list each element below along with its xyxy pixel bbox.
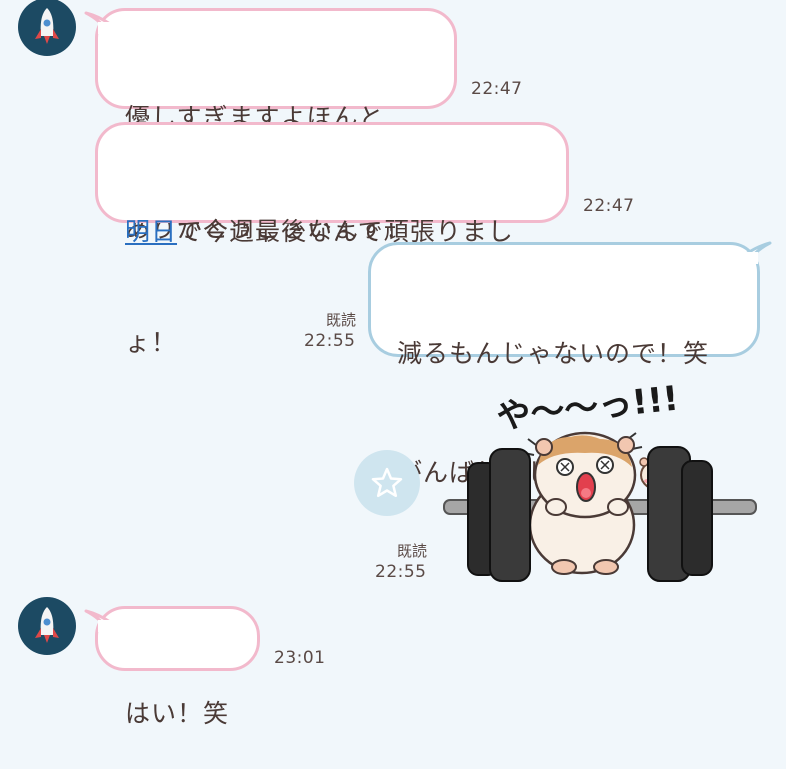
bubble-tail xyxy=(84,11,112,34)
hamster-lifting-barbell-sticker[interactable]: や〜〜っ!!! xyxy=(440,375,760,590)
message-bubble[interactable]: 優しすぎますよほんと ありがとうございます！ xyxy=(95,8,457,243)
message-text-line: 減るもんじゃないので！笑 xyxy=(397,339,710,368)
sender-avatar[interactable] xyxy=(18,597,76,655)
read-receipt: 既読 xyxy=(325,311,356,329)
message-bubble[interactable]: はい！笑 xyxy=(95,606,260,728)
message-bubble[interactable]: 減るもんじゃないので！笑 がんばりましょ！！ xyxy=(368,242,760,492)
rocket-icon xyxy=(35,8,59,44)
bubble-tail xyxy=(84,609,112,632)
sender-avatar[interactable] xyxy=(18,0,76,56)
bubble-tail xyxy=(744,241,772,264)
message-timestamp: 23:01 xyxy=(274,648,326,668)
message-timestamp: 22:47 xyxy=(471,79,523,99)
message-timestamp: 22:55 xyxy=(375,562,427,582)
message-text-line: はい！笑 xyxy=(125,699,230,728)
date-link[interactable]: 明日 xyxy=(125,217,177,246)
favorite-sticker-button[interactable] xyxy=(354,450,420,516)
rocket-icon xyxy=(35,607,59,643)
message-timestamp: 22:55 xyxy=(304,331,356,351)
read-receipt: 既読 xyxy=(396,542,427,560)
message-timestamp: 22:47 xyxy=(583,196,635,216)
message-bubble[interactable]: 明日で今週最後なんで頑張りまし ょ！ xyxy=(95,122,569,357)
star-icon xyxy=(371,467,403,498)
